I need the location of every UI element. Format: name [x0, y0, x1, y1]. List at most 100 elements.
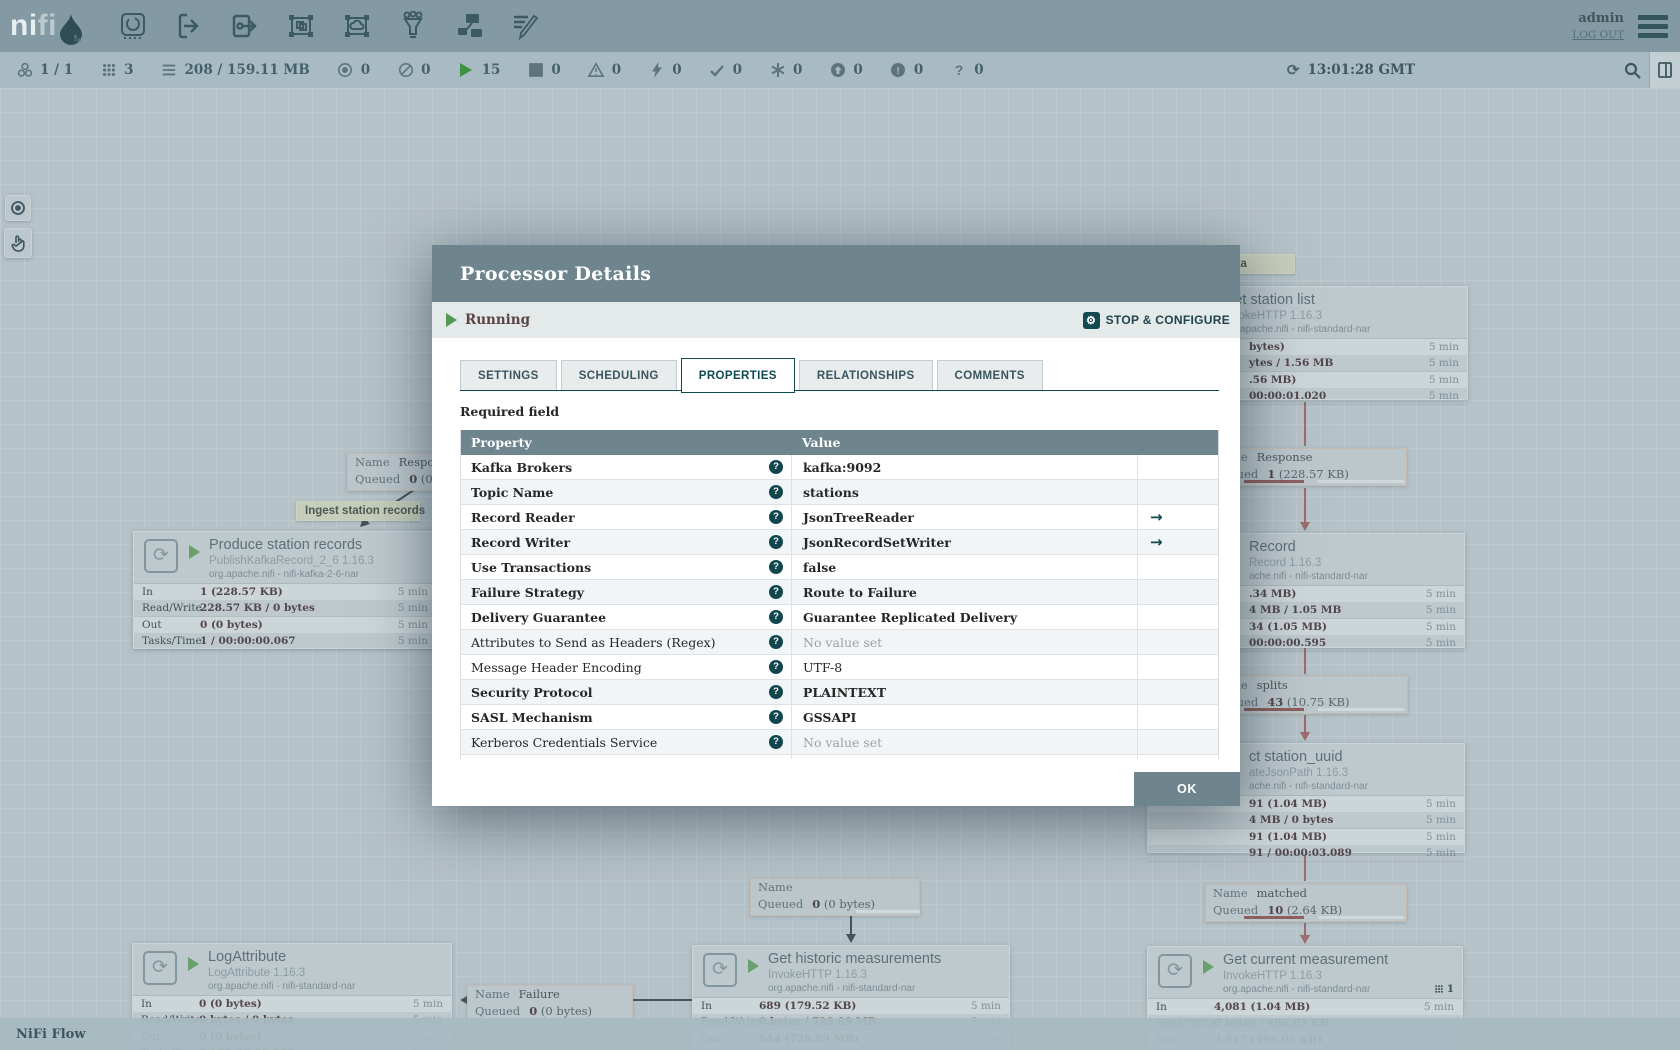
goto-cell: [1137, 480, 1218, 504]
property-value[interactable]: false: [791, 555, 1137, 579]
property-value[interactable]: stations: [791, 480, 1137, 504]
help-icon[interactable]: ?: [769, 635, 783, 649]
tab-relationships[interactable]: RELATIONSHIPS: [798, 360, 933, 390]
breadcrumb[interactable]: NiFi Flow: [0, 1018, 1680, 1050]
tab-comments[interactable]: COMMENTS: [936, 360, 1043, 390]
processor-type: InvokeHTTP 1.16.3: [1223, 970, 1322, 982]
status-transmitting: 0: [337, 62, 370, 79]
help-icon[interactable]: ?: [769, 660, 783, 674]
help-icon[interactable]: ?: [769, 685, 783, 699]
current-user: admin: [1578, 11, 1624, 26]
status-count: 0: [421, 62, 431, 78]
property-row[interactable]: Use Transactions? false: [461, 555, 1218, 580]
search-icon[interactable]: [1615, 62, 1649, 79]
processor-title: LogAttribute: [208, 949, 287, 965]
birdseye-palette[interactable]: [5, 195, 31, 221]
running-icon: [189, 545, 200, 559]
processor-icon[interactable]: [118, 11, 148, 41]
processor-bundle: ache.nifi - nifi-standard-nar: [1249, 781, 1368, 792]
run-status-label: Running: [465, 312, 531, 328]
running-icon: [1203, 960, 1214, 974]
help-icon[interactable]: ?: [769, 710, 783, 724]
property-row[interactable]: Kerberos Credentials Service? No value se…: [461, 730, 1218, 755]
property-value[interactable]: No value set: [791, 730, 1137, 754]
help-icon[interactable]: ?: [769, 510, 783, 524]
dialog-tabs: SETTINGS SCHEDULING PROPERTIES RELATIONSHIP…: [460, 358, 1219, 393]
running-icon: [188, 957, 199, 971]
remote-process-group-icon[interactable]: [342, 11, 372, 41]
processor-title: Record: [1249, 539, 1296, 555]
tab-scheduling[interactable]: SCHEDULING: [560, 360, 677, 390]
connection-label-matched[interactable]: Name matched Queued 10 (2.64 KB): [1205, 884, 1407, 922]
goto-service-icon[interactable]: →: [1150, 508, 1163, 526]
template-icon[interactable]: [454, 11, 484, 41]
property-value[interactable]: JsonTreeReader: [791, 505, 1137, 529]
stop-and-configure-button[interactable]: ⚙ STOP & CONFIGURE: [1082, 311, 1230, 329]
status-count: 0: [732, 62, 742, 78]
goto-cell: [1137, 455, 1218, 479]
property-value[interactable]: No value set: [791, 755, 1137, 759]
property-row[interactable]: Kafka Brokers? kafka:9092: [461, 455, 1218, 480]
funnel-icon[interactable]: [398, 10, 428, 41]
hand-palette[interactable]: [4, 228, 32, 258]
property-value[interactable]: Route to Failure: [791, 580, 1137, 604]
property-row[interactable]: Delivery Guarantee? Guarantee Replicated …: [461, 605, 1218, 630]
property-value[interactable]: No value set: [791, 630, 1137, 654]
property-name: Use Transactions?: [461, 555, 791, 579]
status-count: 15: [481, 62, 501, 78]
refresh-icon[interactable]: ⟳: [1287, 61, 1300, 79]
property-row[interactable]: Message Header Encoding? UTF-8: [461, 655, 1218, 680]
help-icon[interactable]: ?: [769, 735, 783, 749]
logout-link[interactable]: LOG OUT: [1572, 29, 1624, 41]
property-value[interactable]: JsonRecordSetWriter: [791, 530, 1137, 554]
disabled-icon: [648, 62, 665, 79]
property-value[interactable]: UTF-8: [791, 655, 1137, 679]
property-row[interactable]: Attributes to Send as Headers (Regex)? No…: [461, 630, 1218, 655]
global-menu-icon[interactable]: [1638, 11, 1668, 42]
help-icon[interactable]: ?: [769, 535, 783, 549]
status-count: 0: [672, 62, 682, 78]
property-name: Kerberos Credentials Service?: [461, 730, 791, 754]
ok-button[interactable]: OK: [1134, 772, 1240, 806]
goto-cell: [1137, 730, 1218, 754]
canvas-label-ingest-station-records[interactable]: Ingest station records: [296, 501, 425, 521]
property-row[interactable]: Record Writer? JsonRecordSetWriter →: [461, 530, 1218, 555]
help-icon[interactable]: ?: [769, 485, 783, 499]
status-count: 0: [974, 62, 984, 78]
property-name: Record Reader?: [461, 505, 791, 529]
processor-bundle: org.apache.nifi - nifi-standard-nar: [768, 983, 916, 994]
connection-label-response-top-left[interactable]: NameResponseQueued0 (0 bytes): [347, 453, 445, 491]
goto-cell: [1137, 555, 1218, 579]
processor-stats: In 1 (228.57 KB) 5 min Read/Write 228.57 KB …: [134, 583, 436, 650]
property-row[interactable]: Kerberos User Service?No value set: [461, 755, 1218, 759]
nifi-drop-icon: [60, 13, 82, 45]
connection-label-queued-above-historic[interactable]: Name Queued 0 (0 bytes): [750, 878, 920, 916]
help-icon[interactable]: ?: [769, 460, 783, 474]
property-row[interactable]: Failure Strategy? Route to Failure: [461, 580, 1218, 605]
help-icon[interactable]: ?: [769, 610, 783, 624]
property-value[interactable]: kafka:9092: [791, 455, 1137, 479]
active-threads-badge: 1: [1434, 983, 1454, 995]
property-row[interactable]: Record Reader? JsonTreeReader →: [461, 505, 1218, 530]
help-icon[interactable]: ?: [769, 585, 783, 599]
status-count: 0: [611, 62, 622, 78]
property-row[interactable]: Topic Name? stations: [461, 480, 1218, 505]
status-sync-failure: ? 0: [950, 62, 983, 79]
process-group-icon[interactable]: [286, 11, 316, 41]
property-value[interactable]: GSSAPI: [791, 705, 1137, 729]
panel-toggle-icon[interactable]: [1650, 52, 1680, 88]
goto-service-icon[interactable]: →: [1150, 533, 1163, 551]
output-port-icon[interactable]: [230, 11, 260, 41]
property-value[interactable]: PLAINTEXT: [791, 680, 1137, 704]
tab-properties[interactable]: PROPERTIES: [680, 358, 795, 393]
property-row[interactable]: Security Protocol? PLAINTEXT: [461, 680, 1218, 705]
property-value[interactable]: Guarantee Replicated Delivery: [791, 605, 1137, 629]
help-icon[interactable]: ?: [769, 560, 783, 574]
tab-settings[interactable]: SETTINGS: [460, 360, 557, 390]
label-icon[interactable]: [510, 11, 540, 41]
processor-produce-station-records[interactable]: ⟳ Produce station records PublishKafkaReco…: [133, 531, 437, 650]
input-port-icon[interactable]: [174, 11, 204, 41]
goto-cell: [1137, 705, 1218, 729]
svg-text:!: !: [897, 66, 900, 77]
property-row[interactable]: SASL Mechanism? GSSAPI: [461, 705, 1218, 730]
